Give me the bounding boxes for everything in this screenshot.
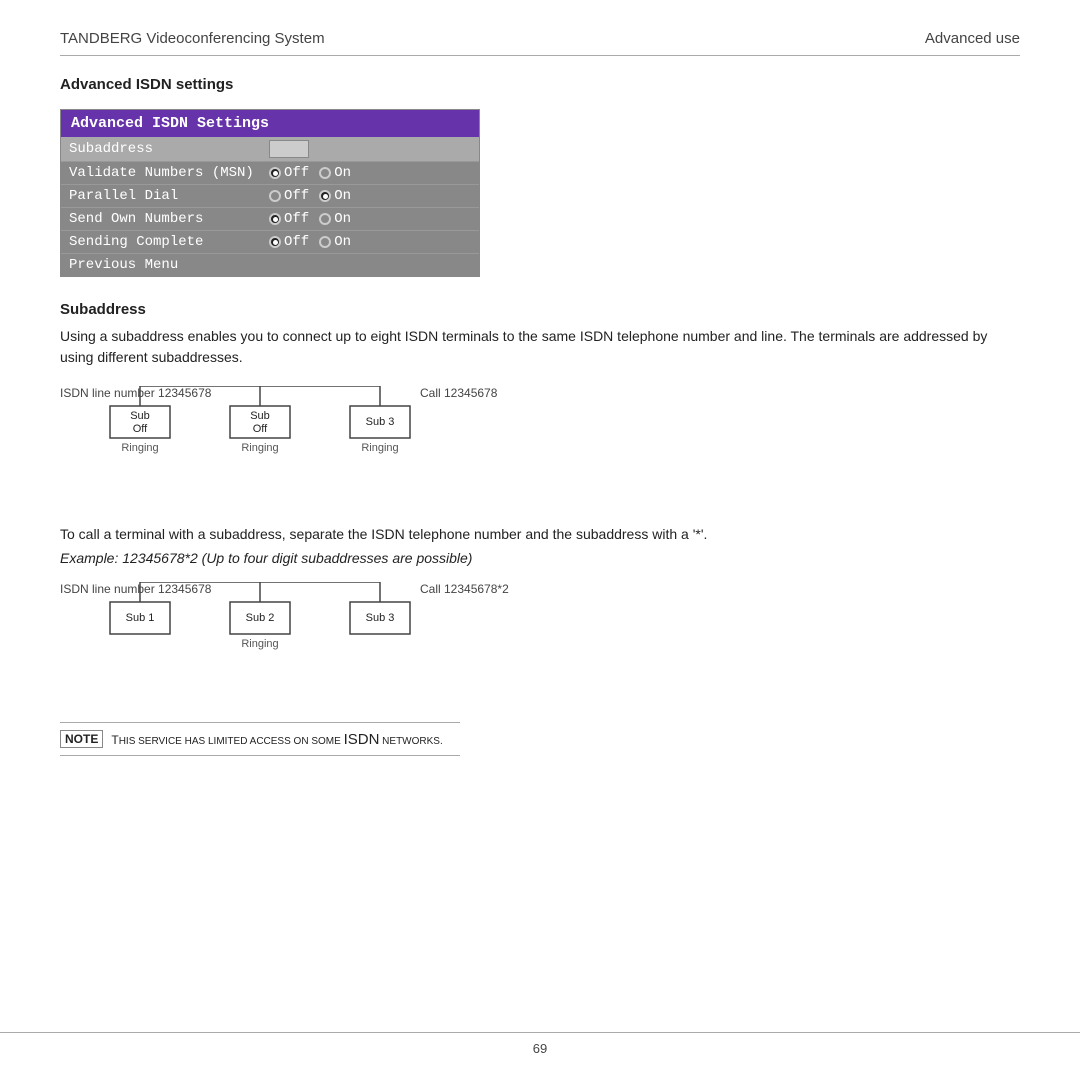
note-label: NOTE (60, 730, 103, 748)
settings-box-title: Advanced ISDN Settings (61, 110, 479, 137)
parallel-off-radio[interactable] (269, 190, 281, 202)
validate-radio-group: Off On (269, 165, 357, 181)
validate-off-label: Off (284, 165, 309, 181)
diagram-2: ISDN line number 12345678 Call 12345678*… (60, 582, 1020, 702)
row-send-own: Send Own Numbers Off On (61, 208, 479, 231)
svg-text:Ringing: Ringing (121, 442, 158, 454)
sending-complete-on-radio[interactable] (319, 236, 331, 248)
page-number: 69 (533, 1041, 547, 1056)
top-bar: TANDBERG Videoconferencing System Advanc… (60, 30, 1020, 56)
subaddress-title: Subaddress (60, 301, 1020, 318)
diagram1-line-label: ISDN line number 12345678 (60, 386, 211, 400)
subaddress-section: Subaddress Using a subaddress enables yo… (60, 301, 1020, 702)
row-send-own-label: Send Own Numbers (69, 211, 269, 227)
subaddress-description: Using a subaddress enables you to connec… (60, 326, 1020, 368)
svg-text:Sub 3: Sub 3 (366, 416, 395, 428)
validate-on-label: On (334, 165, 351, 181)
svg-text:Off: Off (253, 423, 268, 435)
row-parallel-dial: Parallel Dial Off On (61, 185, 479, 208)
row-sending-complete-label: Sending Complete (69, 234, 269, 250)
header-left: TANDBERG Videoconferencing System (60, 30, 325, 47)
sending-complete-on-label: On (334, 234, 351, 250)
svg-text:Ringing: Ringing (241, 638, 278, 650)
validate-off-option[interactable]: Off (269, 165, 309, 181)
footer: 69 (0, 1032, 1080, 1056)
send-own-on-label: On (334, 211, 351, 227)
sending-complete-off-radio[interactable] (269, 236, 281, 248)
diagram1-call-label: Call 12345678 (420, 386, 497, 400)
svg-text:Sub: Sub (130, 410, 150, 422)
settings-box: Advanced ISDN Settings Subaddress Valida… (60, 109, 480, 277)
send-own-off-option[interactable]: Off (269, 211, 309, 227)
svg-text:Ringing: Ringing (361, 442, 398, 454)
svg-text:Off: Off (133, 423, 148, 435)
section-heading: Advanced ISDN settings (60, 76, 1020, 93)
send-own-on-option[interactable]: On (319, 211, 351, 227)
row-validate-label: Validate Numbers (MSN) (69, 165, 269, 181)
sending-complete-on-option[interactable]: On (319, 234, 351, 250)
diagram1-svg: Sub Off Ringing Sub Off Ringing Sub 3 Ri… (60, 386, 580, 496)
diagram2-svg: Sub 1 Sub 2 Ringing Sub 3 (60, 582, 580, 692)
validate-off-radio[interactable] (269, 167, 281, 179)
send-own-off-label: Off (284, 211, 309, 227)
call-text: To call a terminal with a subaddress, se… (60, 526, 1020, 542)
row-previous-menu[interactable]: Previous Menu (61, 254, 479, 276)
row-validate-numbers: Validate Numbers (MSN) Off On (61, 162, 479, 185)
svg-text:Ringing: Ringing (241, 442, 278, 454)
parallel-off-label: Off (284, 188, 309, 204)
parallel-off-option[interactable]: Off (269, 188, 309, 204)
svg-text:Sub: Sub (250, 410, 270, 422)
send-own-off-radio[interactable] (269, 213, 281, 225)
page: TANDBERG Videoconferencing System Advanc… (0, 0, 1080, 1080)
validate-on-option[interactable]: On (319, 165, 351, 181)
send-own-on-radio[interactable] (319, 213, 331, 225)
row-parallel-label: Parallel Dial (69, 188, 269, 204)
diagram-1: ISDN line number 12345678 Call 12345678 … (60, 386, 1020, 506)
header-right: Advanced use (925, 30, 1020, 47)
svg-text:Sub 2: Sub 2 (246, 612, 275, 624)
parallel-radio-group: Off On (269, 188, 357, 204)
parallel-on-label: On (334, 188, 351, 204)
note-box: NOTE THIS SERVICE HAS LIMITED ACCESS ON … (60, 722, 460, 756)
row-subaddress-label: Subaddress (69, 141, 269, 157)
row-subaddress: Subaddress (61, 137, 479, 162)
row-sending-complete: Sending Complete Off On (61, 231, 479, 254)
sending-complete-off-option[interactable]: Off (269, 234, 309, 250)
note-text: THIS SERVICE HAS LIMITED ACCESS ON SOME … (111, 731, 442, 748)
sending-complete-off-label: Off (284, 234, 309, 250)
subaddress-input[interactable] (269, 140, 309, 158)
diagram2-line-label: ISDN line number 12345678 (60, 582, 211, 596)
svg-text:Sub 3: Sub 3 (366, 612, 395, 624)
parallel-on-radio[interactable] (319, 190, 331, 202)
validate-on-radio[interactable] (319, 167, 331, 179)
sending-complete-radio-group: Off On (269, 234, 357, 250)
note-area: NOTE THIS SERVICE HAS LIMITED ACCESS ON … (60, 722, 1020, 756)
send-own-radio-group: Off On (269, 211, 357, 227)
svg-text:Sub 1: Sub 1 (126, 612, 155, 624)
diagram2-call-label: Call 12345678*2 (420, 582, 509, 596)
parallel-on-option[interactable]: On (319, 188, 351, 204)
example-text: Example: 12345678*2 (Up to four digit su… (60, 550, 1020, 566)
row-previous-menu-label: Previous Menu (69, 257, 269, 273)
